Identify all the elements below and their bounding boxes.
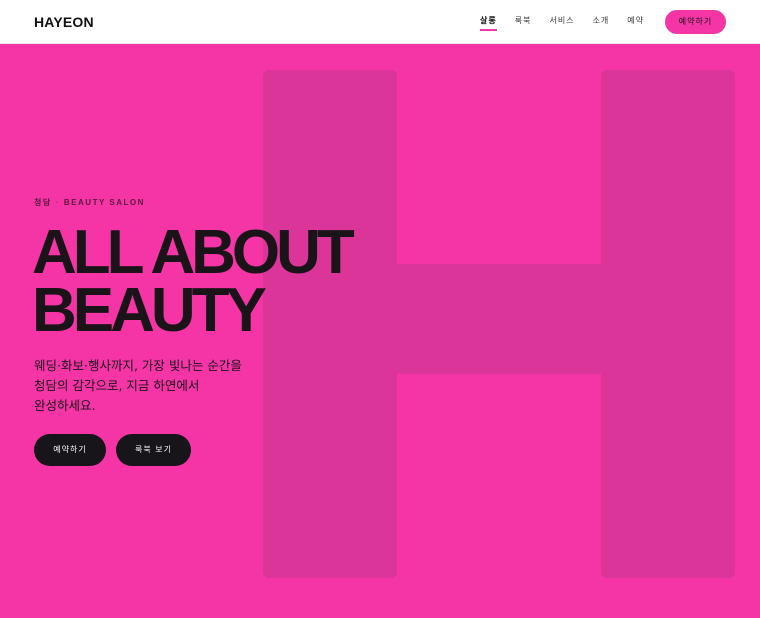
hero-headline: ALL ABOUT BEAUTY xyxy=(32,218,355,345)
header-book-button[interactable]: 예약하기 xyxy=(665,10,726,34)
subtitle-line-3: 완성하세요. xyxy=(34,398,96,413)
hero-subtitle: 웨딩·화보·행사까지, 가장 빛나는 순간을 청담의 감각으로, 지금 하연에서… xyxy=(34,356,274,416)
hero-eyebrow: 청담 · BEAUTY SALON xyxy=(34,198,145,208)
site-header: HAYEON 살롱 룩북 서비스 소개 예약 예약하기 xyxy=(0,0,760,44)
nav-item-reservation[interactable]: 예약 xyxy=(627,15,644,27)
headline-line-2: BEAUTY xyxy=(32,276,267,345)
main-nav: 살롱 룩북 서비스 소개 예약 xyxy=(480,15,662,31)
nav-item-services[interactable]: 서비스 xyxy=(549,15,574,27)
eyebrow-location: 청담 xyxy=(34,198,52,207)
nav-item-salon[interactable]: 살롱 xyxy=(480,15,497,31)
brand-logo[interactable]: HAYEON xyxy=(34,13,94,31)
eyebrow-separator: · xyxy=(55,198,60,207)
nav-item-about[interactable]: 소개 xyxy=(593,15,610,27)
headline-line-1: ALL ABOUT xyxy=(32,218,355,287)
hero-book-button[interactable]: 예약하기 xyxy=(34,434,106,466)
subtitle-line-1: 웨딩·화보·행사까지, 가장 빛나는 순간을 xyxy=(34,358,242,373)
nav-item-lookbook[interactable]: 룩북 xyxy=(515,15,532,27)
hero-lookbook-button[interactable]: 룩북 보기 xyxy=(116,434,191,466)
eyebrow-salon-label: BEAUTY SALON xyxy=(63,198,145,207)
subtitle-line-2: 청담의 감각으로, 지금 하연에서 xyxy=(34,378,200,393)
